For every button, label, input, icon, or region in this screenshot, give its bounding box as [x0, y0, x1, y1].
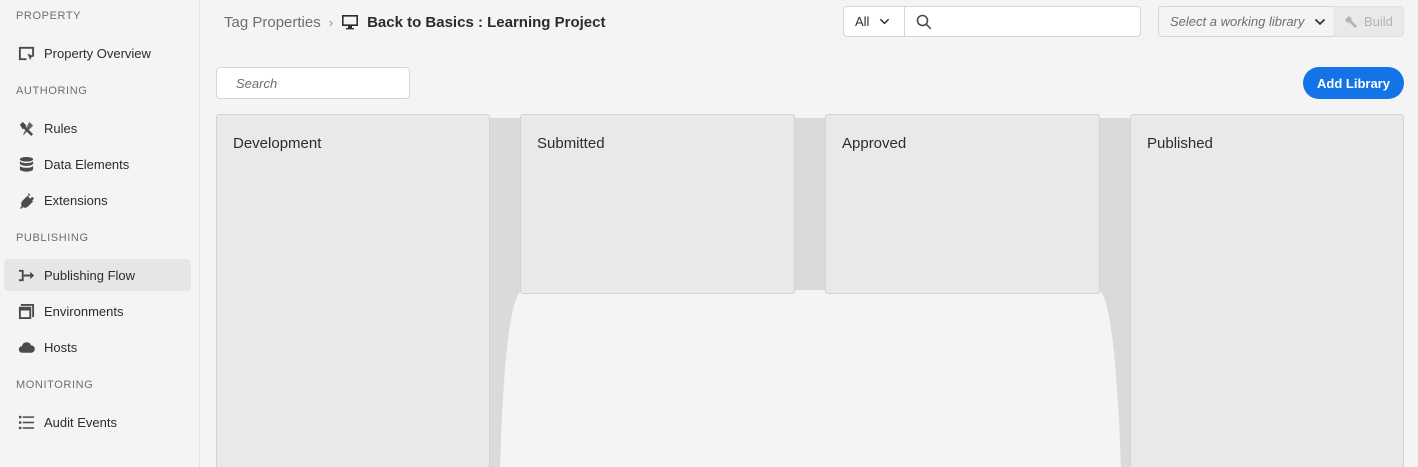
breadcrumb: Tag Properties › Back to Basics : Learni… — [224, 12, 605, 32]
sidebar-item-property-overview[interactable]: Property Overview — [4, 37, 191, 69]
list-icon — [16, 412, 36, 432]
column-published: Published — [1130, 114, 1404, 467]
column-approved: Approved — [825, 114, 1100, 294]
breadcrumb-tag-properties[interactable]: Tag Properties — [224, 14, 321, 31]
sidebar-item-hosts[interactable]: Hosts — [4, 331, 191, 363]
sidebar-item-publishing-flow[interactable]: Publishing Flow — [4, 259, 191, 291]
database-icon — [16, 154, 36, 174]
build-label: Build — [1364, 14, 1393, 29]
cloud-icon — [16, 337, 36, 357]
chevron-down-icon — [1314, 18, 1326, 25]
sidebar-item-audit-events[interactable]: Audit Events — [4, 406, 191, 438]
column-development: Development — [216, 114, 490, 467]
sidebar-item-label: Hosts — [44, 339, 78, 355]
add-library-button[interactable]: Add Library — [1303, 67, 1404, 99]
monitor-icon — [342, 15, 359, 30]
working-library-select[interactable]: Select a working library — [1158, 6, 1334, 37]
environments-icon — [16, 301, 36, 321]
column-title: Submitted — [537, 135, 605, 152]
column-title: Published — [1147, 135, 1213, 152]
sidebar-item-label: Rules — [44, 120, 78, 136]
global-search-input[interactable] — [938, 7, 1140, 36]
sidebar-item-label: Data Elements — [44, 156, 130, 172]
sidebar-item-label: Environments — [44, 303, 124, 319]
publishing-flow-icon — [16, 265, 36, 285]
section-heading-authoring: AUTHORING — [16, 85, 88, 97]
section-heading-monitoring: MONITORING — [16, 379, 94, 391]
library-search-input[interactable] — [236, 75, 414, 91]
sidebar-item-label: Publishing Flow — [44, 267, 136, 283]
sidebar-item-label: Extensions — [44, 192, 108, 208]
column-submitted: Submitted — [520, 114, 795, 294]
sidebar-item-data-elements[interactable]: Data Elements — [4, 148, 191, 180]
global-search — [905, 6, 1141, 37]
filter-select[interactable]: All — [843, 6, 905, 37]
section-heading-property: PROPERTY — [16, 10, 82, 22]
breadcrumb-separator: › — [328, 14, 334, 30]
sidebar-item-extensions[interactable]: Extensions — [4, 184, 191, 216]
publishing-board: Development Submitted Approved Published — [0, 0, 1418, 467]
sidebar-item-label: Property Overview — [44, 45, 151, 61]
rules-icon — [16, 118, 36, 138]
library-search — [216, 67, 414, 99]
sidebar-item-label: Audit Events — [44, 414, 117, 430]
property-overview-icon — [16, 43, 36, 63]
plug-icon — [16, 190, 36, 210]
chevron-down-icon — [880, 18, 890, 25]
sidebar-item-rules[interactable]: Rules — [4, 112, 191, 144]
sidebar: PROPERTY Property Overview AUTHORING Rul… — [0, 0, 200, 467]
column-title: Development — [233, 135, 322, 152]
working-library-placeholder: Select a working library — [1170, 14, 1305, 29]
sidebar-item-environments[interactable]: Environments — [4, 295, 191, 327]
section-heading-publishing: PUBLISHING — [16, 232, 89, 244]
filter-value: All — [855, 14, 870, 29]
hammer-icon — [1345, 15, 1357, 28]
build-button[interactable]: Build — [1334, 6, 1404, 37]
page-title: Back to Basics : Learning Project — [367, 13, 606, 31]
search-icon — [916, 14, 932, 29]
column-title: Approved — [842, 135, 907, 152]
